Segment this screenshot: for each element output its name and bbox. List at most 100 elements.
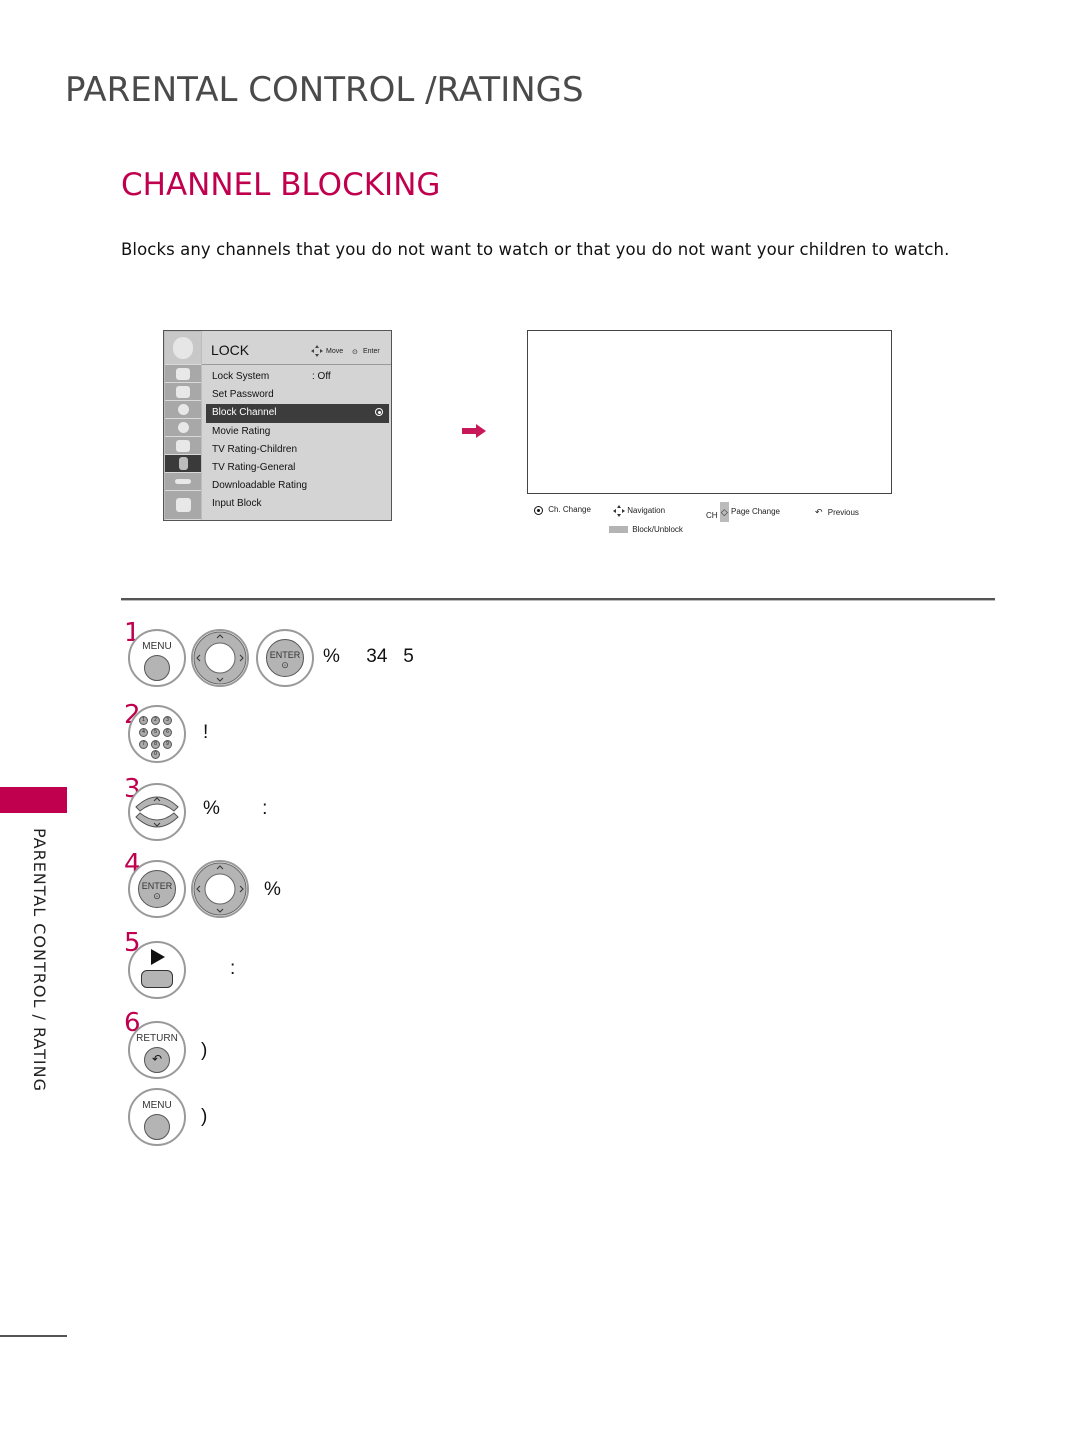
menu-button-face (144, 655, 170, 681)
play-icon (151, 949, 165, 965)
step-2-text: ! (203, 722, 209, 743)
menu-item-input-block[interactable]: Input Block (206, 495, 389, 513)
step-7-text: ) (201, 1106, 208, 1127)
menu-item-lock-system[interactable]: Lock System : Off (206, 368, 389, 386)
return-icon: ↶ (815, 507, 823, 517)
numpad-key-7[interactable]: 7 (139, 740, 148, 749)
previous-label: Previous (827, 508, 859, 517)
page-change-label: Page Change (731, 507, 780, 517)
numpad-key-6[interactable]: 6 (163, 728, 172, 737)
menu-button-face (144, 1114, 170, 1140)
menu-sidebar (164, 331, 202, 520)
navigation-legend: Navigation (613, 505, 665, 517)
menu-header: LOCK Move ⊙ Enter (202, 331, 391, 365)
menu-title: LOCK (211, 342, 250, 358)
enter-dot-icon: ⊙ (153, 891, 161, 901)
previous-legend: ↶ Previous (815, 507, 859, 518)
menu-item-downloadable-rating[interactable]: Downloadable Rating (206, 477, 389, 495)
audio-icon (165, 383, 201, 401)
step-4-text: % (264, 879, 281, 900)
menu-item-value: : Off (312, 371, 331, 382)
lock-icon (165, 455, 201, 473)
numpad-key-4[interactable]: 4 (139, 728, 148, 737)
step-3-text: % : (203, 798, 268, 819)
navigation-label: Navigation (627, 506, 666, 516)
option-icon (165, 419, 201, 437)
usb-icon (165, 491, 201, 520)
return-button-label: RETURN (136, 1033, 178, 1044)
menu-item-block-channel[interactable]: Block Channel (206, 404, 389, 423)
gray-button-icon (609, 526, 628, 534)
nav-button[interactable] (191, 860, 249, 918)
return-icon: ↶ (144, 1047, 170, 1073)
ch-change-label: Ch. Change (548, 505, 591, 514)
side-section-label: PARENTAL CONTROL / RATING (30, 828, 49, 1092)
intro-text: Blocks any channels that you do not want… (121, 240, 950, 259)
move-icon (311, 345, 323, 359)
section-title: CHANNEL BLOCKING (121, 167, 441, 203)
section-tab-marker (0, 787, 67, 813)
enter-radio-icon (375, 408, 383, 417)
numpad-key-8[interactable]: 8 (151, 740, 160, 749)
menu-item-tv-rating-children[interactable]: TV Rating-Children (206, 441, 389, 459)
menu-item-tv-rating-general[interactable]: TV Rating-General (206, 459, 389, 477)
enter-button-label: ENTER (141, 881, 173, 891)
numpad-key-3[interactable]: 3 (163, 716, 172, 725)
play-block-button[interactable] (128, 941, 186, 999)
numpad-key-0[interactable]: 0 (151, 750, 160, 759)
menu-item-label: Set Password (212, 389, 274, 401)
menu-button[interactable]: MENU (128, 629, 186, 687)
block-unblock-legend: Block/Unblock (609, 525, 683, 534)
numpad-key-2[interactable]: 2 (151, 716, 160, 725)
footer-line (0, 1335, 67, 1337)
gray-button-face (141, 970, 173, 988)
menu-button[interactable]: MENU (128, 1088, 186, 1146)
ch-updown-icon: ◇ (719, 502, 729, 522)
lock-menu-header-icon (165, 332, 201, 365)
video-icon (165, 365, 201, 383)
page-title: PARENTAL CONTROL /RATINGS (65, 70, 584, 110)
block-unblock-label: Block/Unblock (632, 525, 683, 534)
number-keypad[interactable]: 123 456 7890 (128, 705, 186, 763)
setup-icon (165, 437, 201, 455)
menu-button-label: MENU (142, 641, 172, 652)
arrow-right-icon (462, 423, 486, 438)
numpad-key-5[interactable]: 5 (151, 728, 160, 737)
numpad-key-1[interactable]: 1 (139, 716, 148, 725)
enter-button-label: ENTER (269, 650, 301, 660)
menu-item-label: Lock System (212, 371, 270, 382)
menu-button-label: MENU (142, 1100, 172, 1111)
navigation-icon (613, 505, 625, 517)
input-icon (165, 473, 201, 491)
ch-change-legend: Ch. Change (534, 505, 591, 516)
return-button[interactable]: RETURN ↶ (128, 1021, 186, 1079)
page-change-legend: CH ◇ Page Change (706, 502, 780, 522)
divider (121, 598, 995, 601)
up-down-button[interactable] (128, 783, 186, 841)
menu-item-set-password[interactable]: Set Password (206, 386, 389, 404)
menu-item-label: Downloadable Rating (212, 480, 308, 492)
step-5-text: : (230, 958, 236, 979)
time-icon (165, 401, 201, 419)
menu-item-label: Block Channel (212, 407, 277, 419)
menu-item-label: Movie Rating (212, 425, 271, 437)
move-hint: Move (326, 348, 344, 355)
step-6-text: ) (201, 1040, 208, 1061)
menu-item-label: Input Block (212, 498, 262, 510)
ch-label: CH (706, 511, 718, 521)
nav-button[interactable] (191, 629, 249, 687)
lock-menu: LOCK Move ⊙ Enter Lock System : Off Set P… (163, 330, 392, 521)
menu-item-label: TV Rating-Children (212, 443, 298, 455)
enter-button[interactable]: ENTER ⊙ (256, 629, 314, 687)
menu-item-label: TV Rating-General (212, 461, 296, 473)
numpad-key-9[interactable]: 9 (163, 740, 172, 749)
enter-radio-icon (534, 506, 543, 516)
enter-hint: Enter (363, 348, 380, 355)
enter-dot-icon: ⊙ (352, 349, 358, 356)
enter-button[interactable]: ENTER ⊙ (128, 860, 186, 918)
menu-item-movie-rating[interactable]: Movie Rating (206, 423, 389, 441)
menu-items: Lock System : Off Set Password Block Chan… (206, 368, 389, 514)
channel-screen (527, 330, 892, 494)
enter-dot-icon: ⊙ (281, 660, 289, 670)
step-1-text: % 34 5 (323, 646, 414, 667)
